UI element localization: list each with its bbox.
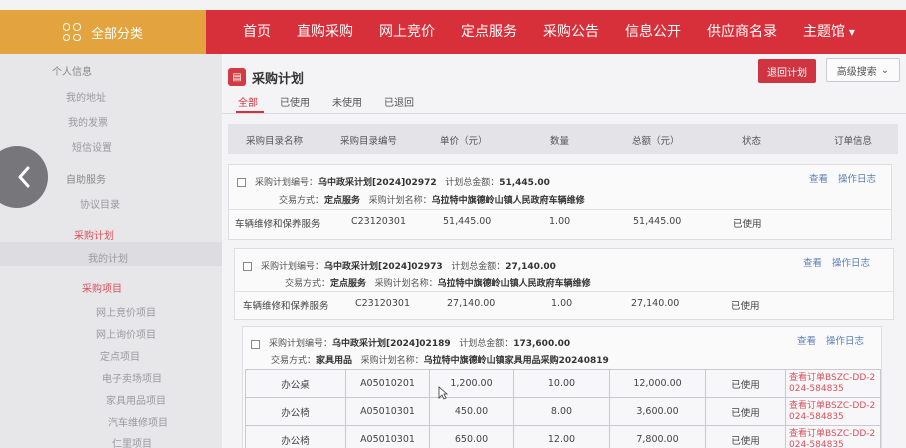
nav-supplier-directory[interactable]: 供应商名录 bbox=[694, 10, 790, 54]
sidebar-group-procurement-plan[interactable]: 采购计划 bbox=[74, 227, 114, 242]
plan-number-line: 采购计划编号：乌中政采计划[2024]02972 计划总金额：51,445.00 bbox=[255, 178, 550, 188]
plan-number: 乌中政采计划[2024]02189 bbox=[332, 339, 451, 349]
view-order-link[interactable]: 查看订单BSZC-DD-2 024-584835 bbox=[785, 369, 881, 398]
plan-card: 采购计划编号：乌中政采计划[2024]02973 计划总金额：27,140.00… bbox=[234, 248, 894, 320]
plan-method-line: 交易方式：家具用品 采购计划名称：乌拉特中旗德岭山镇家具用品采购20240819 bbox=[271, 356, 609, 366]
plan-number: 乌中政采计划[2024]02972 bbox=[318, 178, 437, 188]
plan-total: 27,140.00 bbox=[505, 262, 556, 272]
plan-method: 定点服务 bbox=[324, 196, 361, 206]
plan-card: 采购计划编号：乌中政采计划[2024]02189 计划总金额：173,600.0… bbox=[242, 326, 882, 448]
chevron-left-icon bbox=[18, 166, 30, 188]
sidebar-item-my-plan[interactable]: 我的计划 bbox=[88, 250, 128, 265]
chevron-down-icon: ⌄ bbox=[880, 64, 890, 76]
nav-procurement-notice[interactable]: 采购公告 bbox=[530, 10, 612, 54]
mouse-cursor-icon bbox=[438, 386, 448, 400]
view-link[interactable]: 查看 bbox=[803, 258, 822, 269]
app-page: 全部分类 首页 直购采购 网上竞价 定点服务 采购公告 信息公开 供应商名录 主… bbox=[0, 0, 906, 448]
nav-theme-hall[interactable]: 主题馆 bbox=[790, 10, 868, 54]
view-link[interactable]: 查看 bbox=[809, 174, 828, 185]
sidebar-item-online-bidding-project[interactable]: 网上竞价项目 bbox=[96, 304, 156, 319]
plan-name: 乌拉特中旗德岭山镇人民政府车辆维修 bbox=[431, 196, 585, 206]
tab-divider bbox=[222, 113, 906, 114]
document-icon: ▤ bbox=[228, 68, 246, 86]
column-total: 总额（元） bbox=[632, 136, 680, 147]
plan-name: 乌拉特中旗德岭山镇家具用品采购20240819 bbox=[423, 356, 609, 366]
sidebar-group-personal-info[interactable]: 个人信息 bbox=[52, 63, 92, 78]
nav-information-disclosure[interactable]: 信息公开 bbox=[612, 10, 694, 54]
plan-actions: 查看 操作日志 bbox=[799, 171, 876, 185]
plan-method: 定点服务 bbox=[330, 279, 367, 289]
sidebar-item-designated-project[interactable]: 定点项目 bbox=[100, 348, 140, 363]
table-header: 采购目录名称 采购目录编号 单价（元） 数量 总额（元） 状态 订单信息 bbox=[228, 124, 898, 154]
plan-total: 173,600.00 bbox=[513, 339, 571, 349]
table-row: 办公桌 A05010201 1,200.00 10.00 12,000.00 已… bbox=[245, 369, 881, 398]
all-categories-label: 全部分类 bbox=[90, 26, 143, 42]
plan-method: 家具用品 bbox=[316, 356, 353, 366]
plan-number-line: 采购计划编号：乌中政采计划[2024]02973 计划总金额：27,140.00 bbox=[261, 262, 556, 272]
tab-returned[interactable]: 已退回 bbox=[384, 94, 414, 109]
plan-checkbox[interactable] bbox=[237, 178, 246, 187]
column-quantity: 数量 bbox=[550, 136, 570, 147]
item-table: 办公桌 A05010201 1,200.00 10.00 12,000.00 已… bbox=[245, 369, 881, 448]
nav-designated-service[interactable]: 定点服务 bbox=[448, 10, 530, 54]
plan-total: 51,445.00 bbox=[499, 178, 550, 188]
sidebar-item-e-mall-project[interactable]: 电子卖场项目 bbox=[102, 370, 162, 385]
sidebar-item-agreement-catalog[interactable]: 协议目录 bbox=[80, 196, 120, 211]
top-strip bbox=[0, 0, 906, 10]
view-order-link[interactable]: 查看订单BSZC-DD-2 024-584835 bbox=[785, 397, 881, 426]
plan-method-line: 交易方式：定点服务 采购计划名称：乌拉特中旗德岭山镇人民政府车辆维修 bbox=[285, 279, 591, 289]
table-row: 办公椅 A05010301 450.00 8.00 3,600.00 已使用 查… bbox=[245, 397, 881, 426]
main-content: ▤ 采购计划 退回计划 高级搜索 ⌄ 全部 已使用 未使用 已退回 采购目录名称… bbox=[222, 54, 906, 448]
column-catalog-code: 采购目录编号 bbox=[340, 136, 398, 147]
nav-items: 首页 直购采购 网上竞价 定点服务 采购公告 信息公开 供应商名录 主题馆 bbox=[206, 10, 868, 54]
plan-method-line: 交易方式：定点服务 采购计划名称：乌拉特中旗德岭山镇人民政府车辆维修 bbox=[279, 196, 585, 206]
filter-tabs: 全部 已使用 未使用 已退回 bbox=[238, 94, 414, 109]
sidebar: 个人信息 我的地址 我的发票 短信设置 自助服务 协议目录 采购计划 我的计划 … bbox=[0, 54, 222, 448]
plan-number-line: 采购计划编号：乌中政采计划[2024]02189 计划总金额：173,600.0… bbox=[269, 339, 571, 349]
tab-used[interactable]: 已使用 bbox=[280, 94, 310, 109]
sidebar-item-sms-settings[interactable]: 短信设置 bbox=[72, 139, 112, 154]
sidebar-group-procurement-project[interactable]: 采购项目 bbox=[82, 280, 122, 295]
sidebar-item-online-inquiry-project[interactable]: 网上询价项目 bbox=[96, 326, 156, 341]
plan-checkbox[interactable] bbox=[243, 262, 252, 271]
column-order-info: 订单信息 bbox=[834, 136, 873, 147]
top-nav: 全部分类 首页 直购采购 网上竞价 定点服务 采购公告 信息公开 供应商名录 主… bbox=[0, 10, 906, 54]
category-grid-icon bbox=[62, 23, 81, 41]
advanced-search-label: 高级搜索 bbox=[836, 66, 877, 78]
column-unit-price: 单价（元） bbox=[440, 136, 488, 147]
view-link[interactable]: 查看 bbox=[797, 336, 816, 347]
sidebar-group-self-service[interactable]: 自助服务 bbox=[66, 171, 106, 186]
operation-log-link[interactable]: 操作日志 bbox=[838, 174, 876, 185]
sidebar-item-my-invoice[interactable]: 我的发票 bbox=[68, 114, 108, 129]
sidebar-item-vehicle-repair-project[interactable]: 汽车维修项目 bbox=[108, 414, 168, 429]
return-plan-button[interactable]: 退回计划 bbox=[758, 59, 816, 83]
tab-all[interactable]: 全部 bbox=[238, 94, 258, 109]
table-row: 车辆维修和保养服务 C23120301 51,445.00 1.00 51,44… bbox=[229, 209, 891, 233]
nav-direct-purchase[interactable]: 直购采购 bbox=[284, 10, 366, 54]
plan-actions: 查看 操作日志 bbox=[787, 333, 864, 347]
operation-log-link[interactable]: 操作日志 bbox=[826, 336, 864, 347]
plan-checkbox[interactable] bbox=[251, 340, 260, 349]
tab-unused[interactable]: 未使用 bbox=[332, 94, 362, 109]
view-order-link[interactable]: 查看订单BSZC-DD-2 024-584835 bbox=[785, 425, 881, 448]
sidebar-item-my-address[interactable]: 我的地址 bbox=[66, 89, 106, 104]
column-status: 状态 bbox=[742, 136, 762, 147]
column-catalog-name: 采购目录名称 bbox=[246, 136, 304, 147]
table-row: 车辆维修和保养服务 C23120301 27,140.00 1.00 27,14… bbox=[235, 291, 893, 315]
nav-home[interactable]: 首页 bbox=[230, 10, 284, 54]
sidebar-item-other-project[interactable]: 仁里项目 bbox=[112, 435, 152, 448]
nav-online-bidding[interactable]: 网上竞价 bbox=[366, 10, 448, 54]
plan-number: 乌中政采计划[2024]02973 bbox=[324, 262, 443, 272]
table-row: 办公椅 A05010301 650.00 12.00 7,800.00 已使用 … bbox=[245, 425, 881, 448]
plan-card: 采购计划编号：乌中政采计划[2024]02972 计划总金额：51,445.00… bbox=[228, 164, 892, 240]
all-categories-button[interactable]: 全部分类 bbox=[0, 10, 206, 54]
page-title: 采购计划 bbox=[252, 72, 305, 87]
plan-actions: 查看 操作日志 bbox=[793, 255, 870, 269]
back-button[interactable] bbox=[0, 146, 48, 208]
plan-name: 乌拉特中旗德岭山镇人民政府车辆维修 bbox=[437, 279, 591, 289]
operation-log-link[interactable]: 操作日志 bbox=[832, 258, 870, 269]
advanced-search-button[interactable]: 高级搜索 ⌄ bbox=[826, 58, 900, 82]
sidebar-item-furniture-project[interactable]: 家具用品项目 bbox=[106, 392, 166, 407]
